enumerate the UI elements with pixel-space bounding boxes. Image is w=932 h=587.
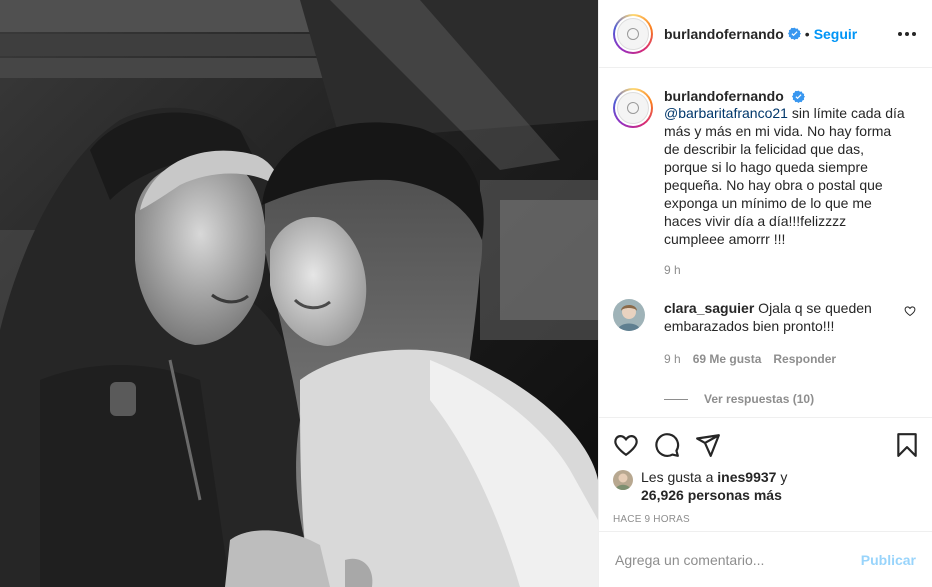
post-photo[interactable] xyxy=(0,0,598,587)
post-actions: Les gusta a ines9937 y 26,926 personas m… xyxy=(599,417,932,531)
likes-prefix: Les gusta a xyxy=(641,469,718,485)
liker-avatar[interactable] xyxy=(613,470,633,490)
comments-section[interactable]: burlandofernando @barbaritafranco21 sin … xyxy=(599,68,932,417)
author-avatar[interactable] xyxy=(613,13,653,54)
author-username[interactable]: burlandofernando xyxy=(664,26,784,42)
publish-button[interactable]: Publicar xyxy=(861,552,916,568)
verified-badge-icon xyxy=(791,90,805,103)
post-timestamp[interactable]: HACE 9 HORAS xyxy=(613,514,916,525)
likes-middle: y xyxy=(776,469,788,485)
replies-divider-line xyxy=(664,398,688,400)
add-comment-bar: Publicar xyxy=(599,531,932,587)
post-header: burlandofernando • Seguir xyxy=(599,0,932,68)
post-side-panel: burlandofernando • Seguir burlandofernan… xyxy=(598,0,932,587)
view-replies-button[interactable]: Ver respuestas (10) xyxy=(664,392,916,406)
follow-button[interactable]: Seguir xyxy=(814,26,858,42)
reply-button[interactable]: Responder xyxy=(773,352,836,366)
bookmark-icon[interactable] xyxy=(894,432,920,458)
add-comment-input[interactable] xyxy=(615,551,861,568)
commenter-username[interactable]: clara_saguier xyxy=(664,300,754,316)
verified-badge-icon xyxy=(787,27,801,40)
likes-summary: Les gusta a ines9937 y 26,926 personas m… xyxy=(613,468,916,504)
instagram-post: burlandofernando • Seguir burlandofernan… xyxy=(0,0,932,587)
post-photo-image xyxy=(0,0,598,587)
comment-like-heart-icon[interactable] xyxy=(904,305,916,317)
comment-timestamp[interactable]: 9 h xyxy=(664,352,681,366)
caption-text: sin límite cada día más y más en mi vida… xyxy=(664,105,905,247)
separator-dot: • xyxy=(804,25,810,42)
heart-icon[interactable] xyxy=(613,432,639,458)
commenter-avatar[interactable] xyxy=(613,299,645,331)
comment-likes-count[interactable]: 69 Me gusta xyxy=(693,352,762,366)
likes-count[interactable]: 26,926 personas más xyxy=(641,487,782,503)
caption-timestamp[interactable]: 9 h xyxy=(664,263,909,277)
caption: burlandofernando @barbaritafranco21 sin … xyxy=(613,88,916,277)
comment-icon[interactable] xyxy=(654,432,680,458)
liker-username[interactable]: ines9937 xyxy=(717,469,776,485)
caption-username[interactable]: burlandofernando xyxy=(664,88,784,104)
view-replies-label: Ver respuestas (10) xyxy=(704,392,815,406)
send-icon[interactable] xyxy=(695,432,721,458)
more-options-icon[interactable] xyxy=(898,26,916,42)
caption-mention-link[interactable]: @barbaritafranco21 xyxy=(664,105,788,121)
caption-author-avatar[interactable] xyxy=(613,88,653,128)
comment-item: clara_saguier Ojala q se queden embaraza… xyxy=(613,299,916,366)
